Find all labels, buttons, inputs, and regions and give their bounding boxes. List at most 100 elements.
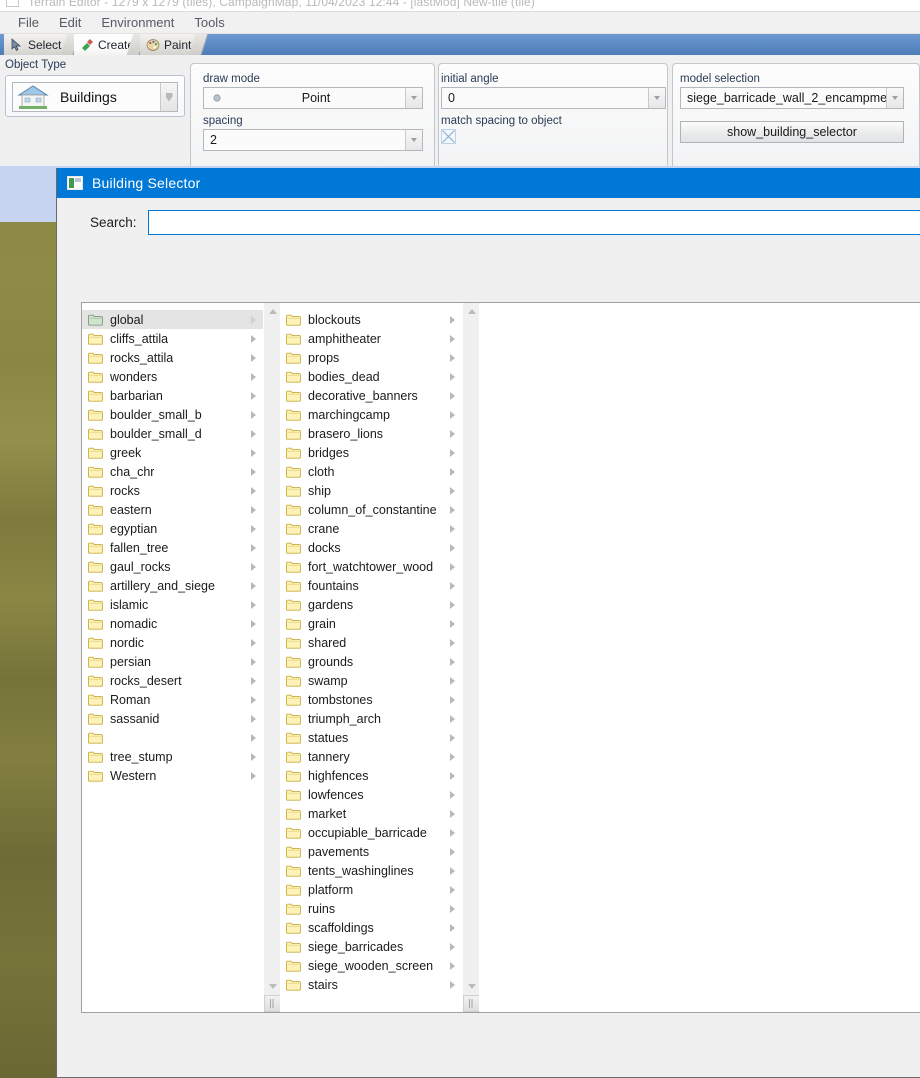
list-item[interactable]: islamic <box>82 595 263 614</box>
expand-arrow-icon[interactable] <box>251 562 256 571</box>
expand-arrow-icon[interactable] <box>251 410 256 419</box>
subcategory-column-list[interactable]: blockouts amphitheater props bodies_dead dec… <box>280 303 462 1012</box>
expand-arrow-icon[interactable] <box>251 467 256 476</box>
list-item[interactable]: tree_stump <box>82 747 263 766</box>
expand-arrow-icon[interactable] <box>450 695 455 704</box>
expand-arrow-icon[interactable] <box>450 353 455 362</box>
expand-arrow-icon[interactable] <box>251 524 256 533</box>
expand-arrow-icon[interactable] <box>251 752 256 761</box>
expand-arrow-icon[interactable] <box>450 562 455 571</box>
list-item[interactable]: tombstones <box>280 690 462 709</box>
expand-arrow-icon[interactable] <box>450 809 455 818</box>
list-item[interactable]: Roman <box>82 690 263 709</box>
scroll-thumb[interactable] <box>264 995 281 1012</box>
expand-arrow-icon[interactable] <box>450 790 455 799</box>
expand-arrow-icon[interactable] <box>450 600 455 609</box>
expand-arrow-icon[interactable] <box>450 676 455 685</box>
list-item[interactable]: fountains <box>280 576 462 595</box>
list-item[interactable]: boulder_small_b <box>82 405 263 424</box>
tab-select[interactable]: Select <box>4 34 70 55</box>
list-item[interactable]: docks <box>280 538 462 557</box>
spacing-dropdown-arrow[interactable] <box>405 130 422 150</box>
list-item[interactable]: Western <box>82 766 263 785</box>
list-item[interactable]: market <box>280 804 462 823</box>
list-item[interactable]: rocks_attila <box>82 348 263 367</box>
list-item[interactable]: ship <box>280 481 462 500</box>
expand-arrow-icon[interactable] <box>251 714 256 723</box>
detail-column-list[interactable] <box>479 303 920 1012</box>
list-item[interactable]: grain <box>280 614 462 633</box>
list-item[interactable]: fort_watchtower_wood <box>280 557 462 576</box>
expand-arrow-icon[interactable] <box>450 619 455 628</box>
expand-arrow-icon[interactable] <box>450 733 455 742</box>
expand-arrow-icon[interactable] <box>251 429 256 438</box>
expand-arrow-icon[interactable] <box>450 752 455 761</box>
expand-arrow-icon[interactable] <box>251 619 256 628</box>
model-selection-combo[interactable]: siege_barricade_wall_2_encampment <box>680 87 904 109</box>
list-item[interactable]: cha_chr <box>82 462 263 481</box>
expand-arrow-icon[interactable] <box>450 429 455 438</box>
list-item[interactable]: nomadic <box>82 614 263 633</box>
menu-item-tools[interactable]: Tools <box>184 13 234 32</box>
expand-arrow-icon[interactable] <box>450 524 455 533</box>
initial-angle-dropdown-arrow[interactable] <box>648 88 665 108</box>
list-item[interactable]: column_of_constantine <box>280 500 462 519</box>
object-type-dropdown-arrow[interactable] <box>160 83 177 111</box>
list-item[interactable]: gardens <box>280 595 462 614</box>
list-item[interactable]: global <box>82 310 263 329</box>
list-item[interactable]: boulder_small_d <box>82 424 263 443</box>
subcategory-column-hbar-track[interactable] <box>280 995 462 1012</box>
scroll-thumb[interactable] <box>463 995 480 1012</box>
expand-arrow-icon[interactable] <box>450 828 455 837</box>
expand-arrow-icon[interactable] <box>450 904 455 913</box>
expand-arrow-icon[interactable] <box>450 486 455 495</box>
expand-arrow-icon[interactable] <box>251 581 256 590</box>
list-item[interactable]: tents_washinglines <box>280 861 462 880</box>
expand-arrow-icon[interactable] <box>251 334 256 343</box>
list-item[interactable]: nordic <box>82 633 263 652</box>
list-item[interactable]: sassanid <box>82 709 263 728</box>
scroll-up-arrow-icon[interactable] <box>463 303 480 320</box>
list-item[interactable]: swamp <box>280 671 462 690</box>
spacing-combo[interactable]: 2 <box>203 129 423 151</box>
expand-arrow-icon[interactable] <box>450 448 455 457</box>
expand-arrow-icon[interactable] <box>450 315 455 324</box>
list-item[interactable]: fallen_tree <box>82 538 263 557</box>
subcategory-column-scrollbar[interactable] <box>462 303 480 1012</box>
list-item[interactable]: crane <box>280 519 462 538</box>
draw-mode-dropdown-arrow[interactable] <box>405 88 422 108</box>
list-item[interactable]: rocks <box>82 481 263 500</box>
expand-arrow-icon[interactable] <box>450 410 455 419</box>
expand-arrow-icon[interactable] <box>450 467 455 476</box>
list-item[interactable]: greek <box>82 443 263 462</box>
expand-arrow-icon[interactable] <box>251 638 256 647</box>
expand-arrow-icon[interactable] <box>251 676 256 685</box>
list-item[interactable]: persian <box>82 652 263 671</box>
list-item[interactable]: scaffoldings <box>280 918 462 937</box>
expand-arrow-icon[interactable] <box>251 372 256 381</box>
list-item[interactable]: shared <box>280 633 462 652</box>
list-item[interactable]: statues <box>280 728 462 747</box>
expand-arrow-icon[interactable] <box>450 847 455 856</box>
expand-arrow-icon[interactable] <box>251 448 256 457</box>
list-item[interactable]: highfences <box>280 766 462 785</box>
menu-item-environment[interactable]: Environment <box>91 13 184 32</box>
expand-arrow-icon[interactable] <box>450 961 455 970</box>
expand-arrow-icon[interactable] <box>450 885 455 894</box>
list-item[interactable]: cliffs_attila <box>82 329 263 348</box>
menu-item-edit[interactable]: Edit <box>49 13 91 32</box>
list-item[interactable]: props <box>280 348 462 367</box>
expand-arrow-icon[interactable] <box>450 980 455 989</box>
expand-arrow-icon[interactable] <box>251 353 256 362</box>
expand-arrow-icon[interactable] <box>450 391 455 400</box>
expand-arrow-icon[interactable] <box>450 714 455 723</box>
expand-arrow-icon[interactable] <box>450 581 455 590</box>
list-item[interactable]: bridges <box>280 443 462 462</box>
list-item[interactable]: stairs <box>280 975 462 994</box>
object-type-combo[interactable]: Buildings <box>12 82 178 112</box>
expand-arrow-icon[interactable] <box>450 505 455 514</box>
list-item[interactable] <box>82 728 263 747</box>
list-item[interactable]: egyptian <box>82 519 263 538</box>
list-item[interactable]: bodies_dead <box>280 367 462 386</box>
list-item[interactable]: decorative_banners <box>280 386 462 405</box>
